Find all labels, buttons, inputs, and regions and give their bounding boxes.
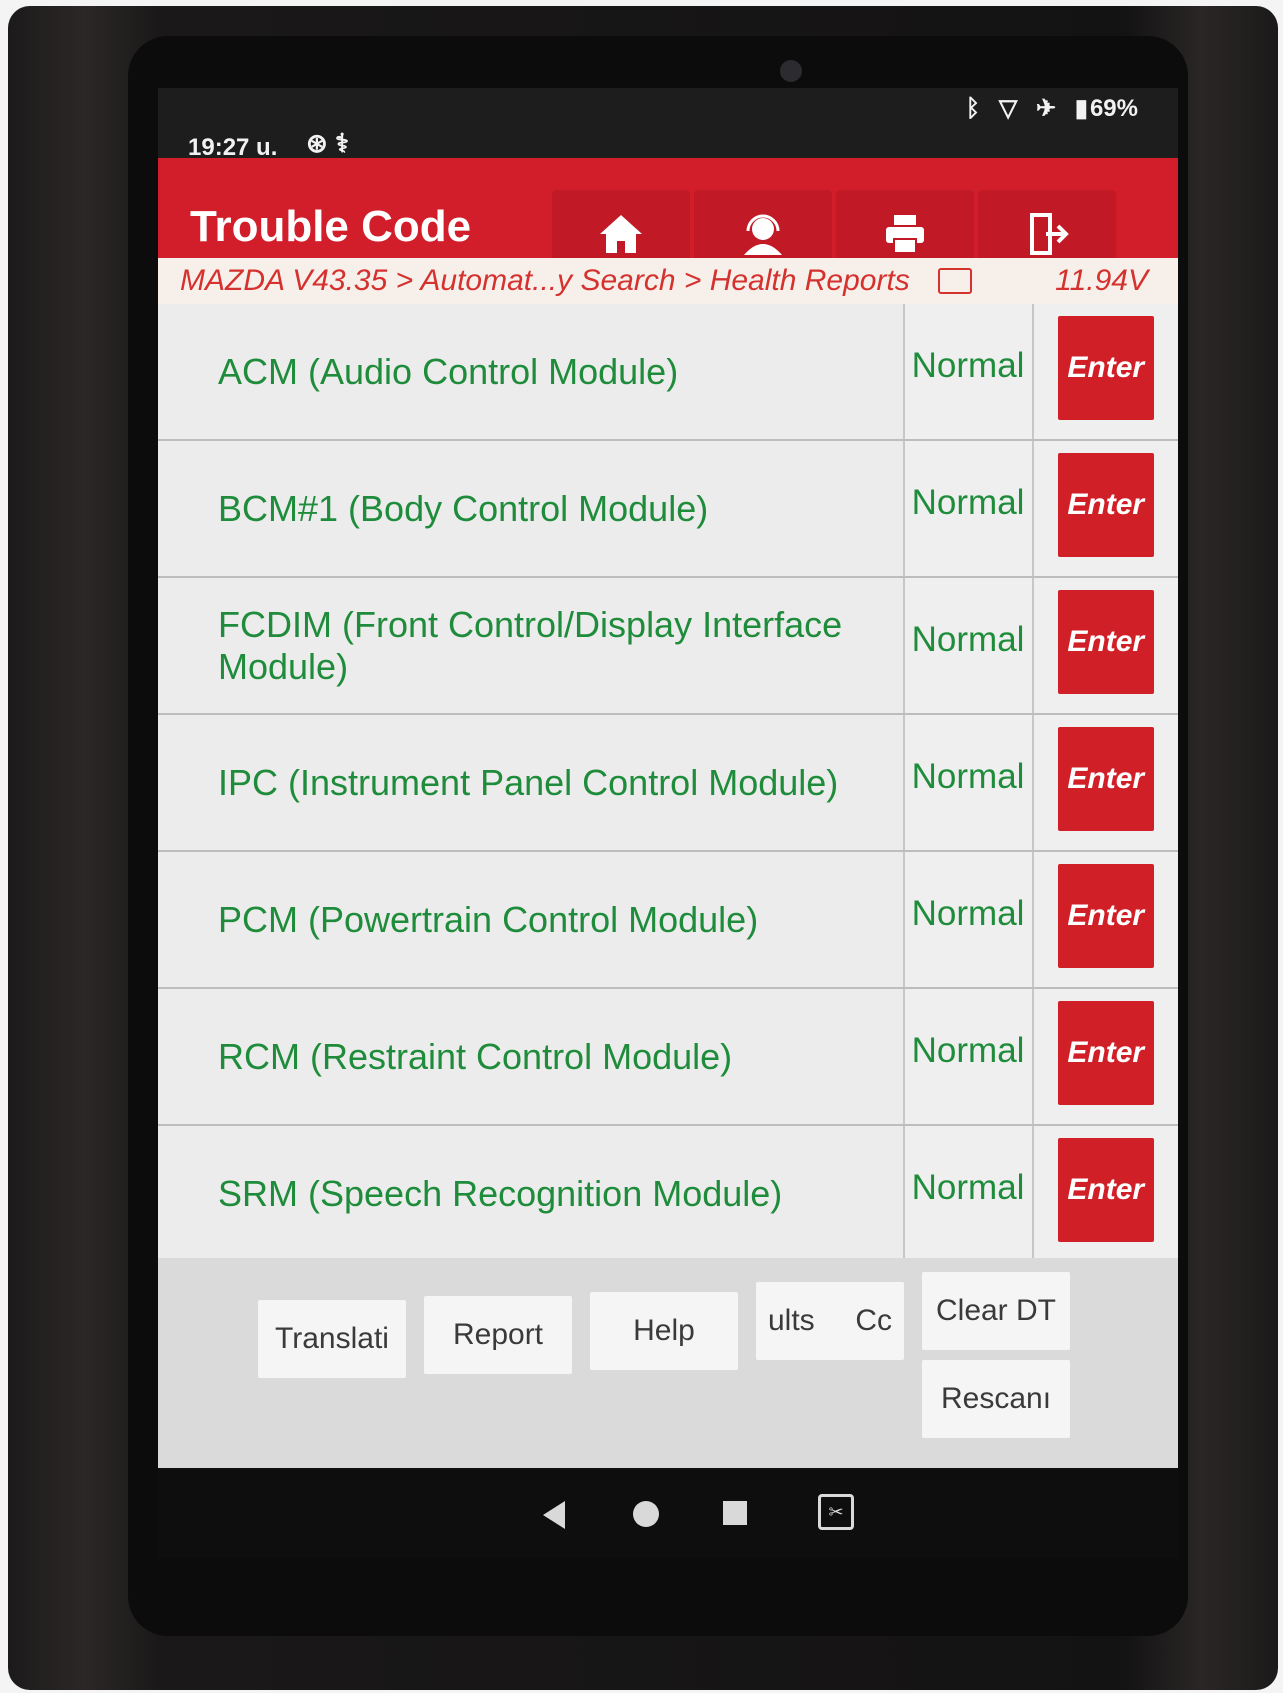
row-action-cell: Enter <box>1033 304 1178 439</box>
module-name: ACM (Audio Control Module) <box>158 304 905 439</box>
module-list: ACM (Audio Control Module) Normal Enter … <box>158 304 1178 1263</box>
results-label-right: Cc <box>855 1304 892 1337</box>
stethoscope-icon: ⚕ <box>335 128 350 158</box>
module-name: FCDIM (Front Control/Display Interface M… <box>158 578 905 713</box>
module-status: Normal <box>904 715 1034 850</box>
front-camera <box>780 60 802 82</box>
module-status: Normal <box>904 304 1034 439</box>
bottom-action-bar: Translati Report Help ults Cc Clear DT R… <box>158 1258 1178 1468</box>
enter-button[interactable]: Enter <box>1057 453 1154 557</box>
enter-button[interactable]: Enter <box>1057 727 1154 831</box>
screenshot-icon[interactable]: ✂ <box>818 1494 854 1530</box>
page-title: Trouble Code <box>190 202 472 251</box>
row-action-cell: Enter <box>1033 1126 1178 1261</box>
results-label-left: ults <box>768 1304 815 1337</box>
row-action-cell: Enter <box>1033 989 1178 1124</box>
table-row: SRM (Speech Recognition Module) Normal E… <box>158 1126 1178 1263</box>
enter-button[interactable]: Enter <box>1057 864 1154 968</box>
row-action-cell: Enter <box>1033 715 1178 850</box>
home-nav-icon[interactable] <box>633 1501 659 1527</box>
breadcrumb-bar: MAZDA V43.35 > Automat...y Search > Heal… <box>158 258 1178 304</box>
module-name: PCM (Powertrain Control Module) <box>158 852 905 987</box>
status-bar: 19:27 u. ⊛ ⚕ ᛒ ▽ ✈ ▮69% <box>158 88 1178 161</box>
table-row: FCDIM (Front Control/Display Interface M… <box>158 578 1178 715</box>
screen: 19:27 u. ⊛ ⚕ ᛒ ▽ ✈ ▮69% Trouble Code MAZ… <box>158 88 1178 1558</box>
battery-voltage: 11.94V <box>1055 264 1148 297</box>
status-right-icons: ᛒ ▽ ✈ ▮69% <box>954 94 1138 123</box>
enter-button[interactable]: Enter <box>1057 1138 1154 1242</box>
module-status: Normal <box>904 578 1034 713</box>
exit-door-icon <box>1030 213 1069 255</box>
module-name: BCM#1 (Body Control Module) <box>158 441 905 576</box>
module-status: Normal <box>904 852 1034 987</box>
rescan-button[interactable]: Rescanı <box>922 1360 1070 1438</box>
row-action-cell: Enter <box>1033 441 1178 576</box>
battery-icon: ▮ <box>1074 95 1088 122</box>
enter-button[interactable]: Enter <box>1057 316 1154 420</box>
bluetooth-icon: ᛒ <box>965 95 981 122</box>
translate-button[interactable]: Translati <box>258 1300 406 1378</box>
headset-icon <box>744 214 782 255</box>
table-row: IPC (Instrument Panel Control Module) No… <box>158 715 1178 852</box>
report-button[interactable]: Report <box>424 1296 572 1374</box>
module-status: Normal <box>904 441 1034 576</box>
module-status: Normal <box>904 989 1034 1124</box>
recent-apps-icon[interactable] <box>723 1501 747 1525</box>
bluetooth-settings-icon: ⊛ <box>306 128 328 158</box>
results-button[interactable]: ults Cc <box>756 1282 904 1360</box>
table-row: PCM (Powertrain Control Module) Normal E… <box>158 852 1178 989</box>
enter-button[interactable]: Enter <box>1057 1001 1154 1105</box>
home-icon <box>600 215 642 253</box>
module-name: SRM (Speech Recognition Module) <box>158 1126 905 1261</box>
row-action-cell: Enter <box>1033 578 1178 713</box>
table-row: ACM (Audio Control Module) Normal Enter <box>158 304 1178 441</box>
help-button[interactable]: Help <box>590 1292 738 1370</box>
module-name: IPC (Instrument Panel Control Module) <box>158 715 905 850</box>
breadcrumb: MAZDA V43.35 > Automat...y Search > Heal… <box>180 264 910 297</box>
battery-level: 69% <box>1089 95 1138 122</box>
wifi-icon: ▽ <box>998 95 1018 122</box>
module-name: RCM (Restraint Control Module) <box>158 989 905 1124</box>
row-action-cell: Enter <box>1033 852 1178 987</box>
table-row: BCM#1 (Body Control Module) Normal Enter <box>158 441 1178 578</box>
status-left-icons: ⊛ ⚕ <box>306 128 349 159</box>
car-battery-icon <box>938 268 972 294</box>
back-nav-icon[interactable] <box>543 1501 565 1529</box>
clear-dtc-button[interactable]: Clear DT <box>922 1272 1070 1350</box>
enter-button[interactable]: Enter <box>1057 590 1154 694</box>
printer-icon <box>886 215 924 254</box>
module-status: Normal <box>904 1126 1034 1261</box>
table-row: RCM (Restraint Control Module) Normal En… <box>158 989 1178 1126</box>
android-nav-bar: ✂ <box>158 1468 1178 1558</box>
airplane-icon: ✈ <box>1035 95 1057 122</box>
